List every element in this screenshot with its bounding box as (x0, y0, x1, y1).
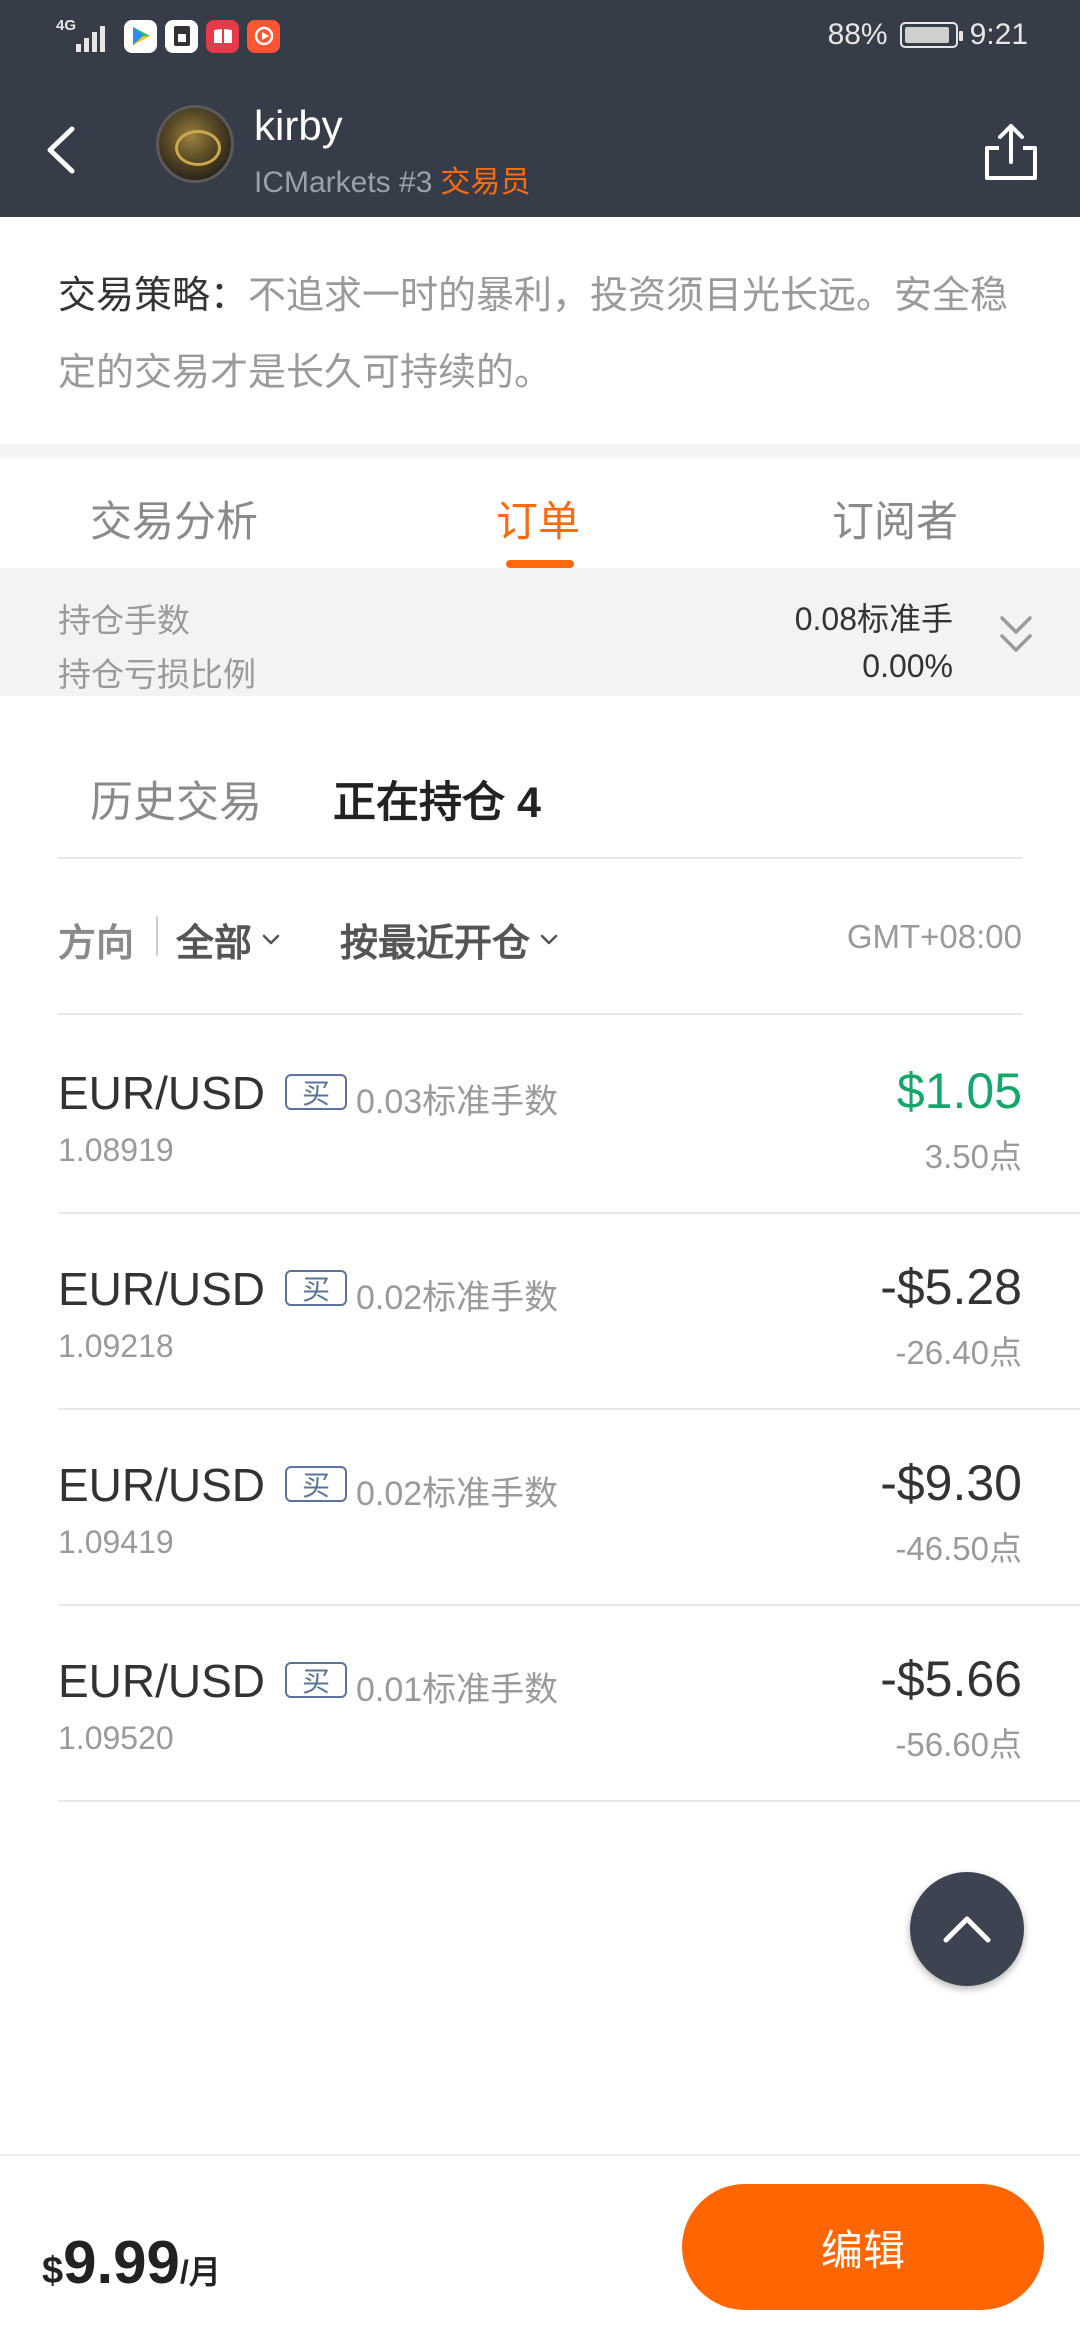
open-price: 1.09520 (58, 1720, 174, 1756)
chevron-down-icon (540, 934, 558, 944)
price-period: /月 (179, 2254, 221, 2290)
expand-button[interactable] (996, 612, 1036, 658)
tab-trade-analysis[interactable]: 交易分析 (90, 488, 258, 549)
points: -56.60点 (895, 1726, 1022, 1763)
open-price: 1.09419 (58, 1524, 174, 1560)
battery-percent: 88% (827, 18, 888, 51)
broker-rank: ICMarkets #3 (254, 166, 433, 199)
lot-size: 0.03标准手数 (356, 1083, 559, 1121)
subscription-price: $9.99/月 (42, 2228, 221, 2297)
role-badge: 交易员 (440, 166, 531, 199)
price-amount: 9.99 (63, 2229, 180, 2296)
position-row[interactable]: EUR/USD 买 0.01标准手数 1.09520 -$5.66 -56.60… (58, 1606, 1080, 1802)
scroll-to-top-button[interactable] (910, 1872, 1024, 1986)
tab-history[interactable]: 历史交易 (90, 768, 262, 830)
bottom-bar: $9.99/月 编辑 (0, 2154, 1080, 2340)
sort-value: 按最近开仓 (340, 923, 531, 965)
chevron-down-icon (262, 934, 280, 944)
share-icon (985, 124, 1037, 180)
filter-row: 方向 全部 按最近开仓 GMT+08:00 (0, 860, 1080, 1015)
signal-icon: 4G (56, 18, 116, 54)
pl-ratio-label: 持仓亏损比例 (58, 656, 256, 693)
side-badge: 买 (285, 1270, 347, 1306)
row-divider (58, 1800, 1080, 1802)
direction-value: 全部 (176, 923, 253, 965)
strategy-label: 交易策略： (58, 275, 249, 317)
position-row[interactable]: EUR/USD 买 0.03标准手数 1.08919 $1.05 3.50点 (58, 1018, 1080, 1214)
side-badge: 买 (285, 1466, 347, 1502)
lot-size: 0.01标准手数 (356, 1671, 559, 1709)
lot-size: 0.02标准手数 (356, 1475, 559, 1513)
double-chevron-down-icon (1000, 616, 1032, 652)
clock: 9:21 (969, 18, 1028, 51)
open-price: 1.08919 (58, 1132, 174, 1168)
status-bar: 4G 88% 9:21 (0, 0, 1080, 75)
edit-button[interactable]: 编辑 (682, 2184, 1044, 2310)
top-header: 4G 88% 9:21 kirby ICMarkets #3 交易员 (0, 0, 1080, 217)
status-left: 4G (56, 18, 280, 54)
divider (58, 1013, 1022, 1015)
direction-label-text: 方向 (58, 923, 135, 965)
sim-icon (165, 19, 198, 53)
side-badge: 买 (285, 1662, 347, 1698)
lots-label: 持仓手数 (58, 602, 190, 639)
currency-pair: EUR/USD (58, 1655, 266, 1707)
filter-divider (156, 916, 158, 956)
play-store-icon (124, 19, 157, 53)
profit-loss: -$5.66 (880, 1651, 1022, 1707)
video-icon (247, 19, 280, 53)
network-type: 4G (56, 17, 77, 34)
trader-subtitle: ICMarkets #3 交易员 (254, 157, 530, 201)
position-summary[interactable]: 持仓手数 0.08标准手 持仓亏损比例 0.00% (0, 568, 1080, 696)
position-row[interactable]: EUR/USD 买 0.02标准手数 1.09218 -$5.28 -26.40… (58, 1214, 1080, 1410)
username: kirby (254, 102, 343, 149)
profit-loss: -$9.30 (880, 1455, 1022, 1511)
side-badge: 买 (285, 1074, 347, 1110)
lots-value: 0.08标准手 (794, 601, 953, 637)
status-right: 88% 9:21 (828, 18, 1028, 52)
share-button[interactable] (982, 118, 1040, 184)
book-icon (206, 19, 239, 53)
tab-subscribers[interactable]: 订阅者 (832, 488, 958, 549)
profit-loss: $1.05 (896, 1063, 1022, 1119)
open-price: 1.09218 (58, 1328, 174, 1364)
tab-orders[interactable]: 订单 (496, 488, 580, 549)
back-button[interactable] (40, 115, 84, 185)
direction-label: 方向 (58, 912, 134, 967)
section-divider (0, 444, 1080, 458)
currency-pair: EUR/USD (58, 1459, 266, 1511)
tab-open-positions[interactable]: 正在持仓 4 (333, 768, 541, 830)
strategy-text: 交易策略：不追求一时的暴利，投资须目光长远。安全稳定的交易才是长久可持续的。 (58, 258, 1028, 412)
chevron-left-icon (47, 126, 75, 174)
sub-tabs: 历史交易 正在持仓 4 (0, 740, 1080, 840)
profit-loss: -$5.28 (880, 1259, 1022, 1315)
chevron-up-icon (943, 1916, 991, 1943)
lot-size: 0.02标准手数 (356, 1279, 559, 1317)
currency-pair: EUR/USD (58, 1263, 266, 1315)
divider (58, 857, 1022, 859)
points: 3.50点 (924, 1138, 1022, 1175)
pl-ratio-value: 0.00% (862, 648, 953, 684)
sort-dropdown[interactable]: 按最近开仓 (340, 912, 560, 967)
points: -46.50点 (895, 1530, 1022, 1567)
direction-dropdown[interactable]: 全部 (176, 912, 282, 967)
currency-symbol: $ (42, 2250, 64, 2292)
timezone-label: GMT+08:00 (846, 918, 1022, 955)
points: -26.40点 (895, 1334, 1022, 1371)
main-tabs: 交易分析 订单 订阅者 (0, 458, 1080, 568)
avatar[interactable] (156, 105, 234, 183)
battery-icon (899, 22, 963, 48)
active-tab-indicator (506, 560, 574, 568)
position-row[interactable]: EUR/USD 买 0.02标准手数 1.09419 -$9.30 -46.50… (58, 1410, 1080, 1606)
currency-pair: EUR/USD (58, 1067, 266, 1119)
